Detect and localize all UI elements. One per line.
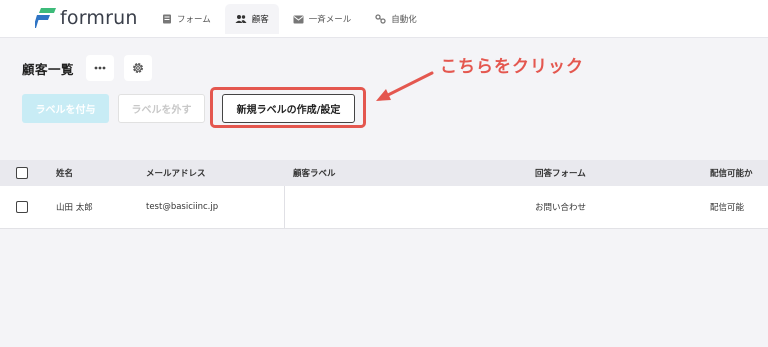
column-header-label[interactable]: 顧客ラベル	[293, 160, 336, 186]
annotation-arrow-icon	[376, 71, 434, 101]
formrun-logo-mark-icon	[35, 8, 56, 28]
select-all-checkbox[interactable]	[16, 167, 28, 179]
page-title: 顧客一覧	[22, 61, 75, 77]
brand-name: formrun	[60, 7, 138, 29]
tab-customers[interactable]: 顧客	[224, 4, 279, 34]
column-header-email[interactable]: メールアドレス	[146, 160, 206, 186]
more-horizontal-icon	[94, 66, 106, 70]
automation-icon	[375, 14, 386, 24]
tab-customers-label: 顧客	[251, 15, 269, 25]
main-nav: フォーム 顧客 一斉メール 自動化	[152, 4, 427, 34]
form-icon	[163, 14, 171, 24]
tab-forms[interactable]: フォーム	[152, 4, 221, 34]
column-header-form[interactable]: 回答フォーム	[535, 160, 586, 186]
users-icon	[235, 15, 247, 23]
more-options-button[interactable]	[86, 55, 114, 81]
column-divider	[284, 186, 285, 228]
page-header: 顧客一覧	[22, 56, 74, 80]
remove-label-button[interactable]: ラベルを外す	[118, 94, 205, 123]
gear-icon	[133, 63, 143, 73]
table-header-row: 姓名 メールアドレス 顧客ラベル 回答フォーム 配信可能か	[0, 160, 768, 186]
cell-email: test@basiciinc.jp	[146, 202, 219, 212]
tab-automation[interactable]: 自動化	[365, 4, 427, 34]
row-select-cell	[16, 186, 28, 228]
row-checkbox[interactable]	[16, 201, 28, 213]
cell-name[interactable]: 山田 太郎	[56, 186, 93, 228]
cell-deliverable: 配信可能	[710, 203, 745, 213]
mail-icon	[293, 15, 304, 23]
table-row[interactable]: 山田 太郎 test@basiciinc.jp お問い合わせ 配信可能	[0, 186, 768, 229]
annotation-callout: こちらをクリック	[440, 57, 584, 77]
tab-bulk-mail-label: 一斉メール	[308, 15, 352, 25]
add-label-button[interactable]: ラベルを付与	[22, 94, 109, 123]
customer-table: 姓名 メールアドレス 顧客ラベル 回答フォーム 配信可能か 山田 太郎 test…	[0, 160, 768, 229]
select-all-cell	[16, 160, 28, 186]
column-header-deliverable[interactable]: 配信可能か	[710, 160, 753, 186]
top-navigation-bar: formrun フォーム 顧客 一斉メール 自動化	[0, 0, 768, 38]
column-header-name[interactable]: 姓名	[56, 160, 73, 186]
tab-automation-label: 自動化	[391, 15, 417, 25]
cell-form: お問い合わせ	[535, 203, 587, 213]
annotation-highlight-box	[210, 87, 366, 128]
tab-bulk-mail[interactable]: 一斉メール	[283, 4, 362, 34]
tab-forms-label: フォーム	[177, 15, 211, 25]
formrun-logo[interactable]: formrun	[35, 6, 138, 30]
settings-button[interactable]	[124, 55, 152, 81]
